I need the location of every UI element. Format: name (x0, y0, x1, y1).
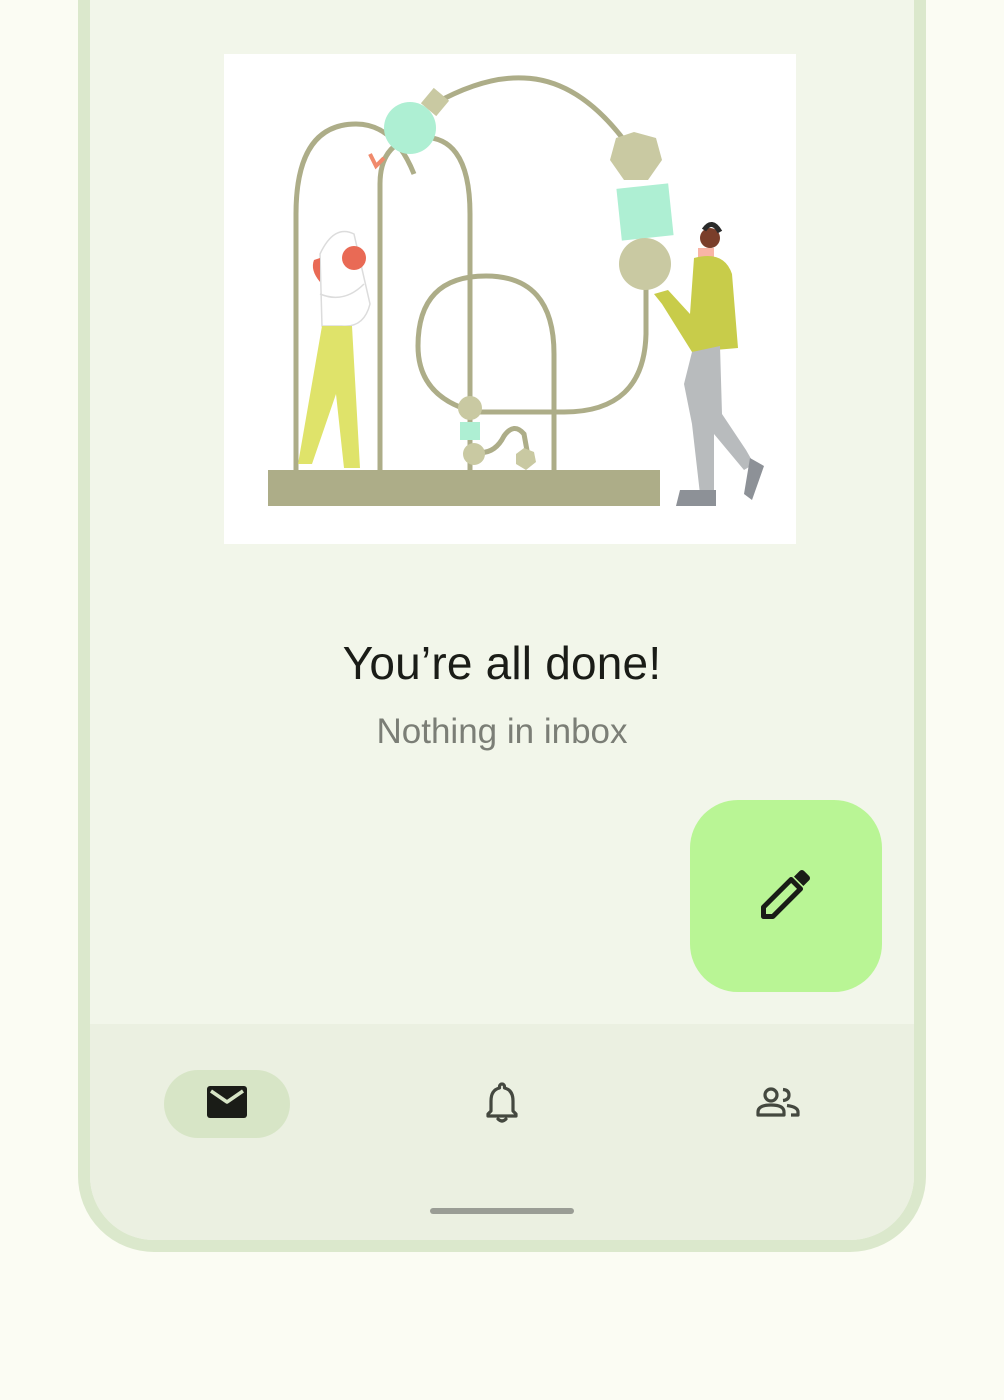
empty-state-title: You’re all done! (342, 637, 662, 689)
edit-pencil-icon (756, 864, 816, 929)
mail-icon (207, 1085, 247, 1123)
bell-icon (486, 1081, 518, 1128)
home-gesture-indicator[interactable] (430, 1208, 574, 1214)
empty-inbox-illustration (224, 54, 796, 544)
empty-state-subtitle: Nothing in inbox (376, 712, 628, 751)
nav-item-contacts[interactable] (715, 1070, 841, 1138)
phone-frame: You’re all done! Nothing in inbox (78, 0, 926, 1252)
nav-item-notifications[interactable] (439, 1070, 565, 1138)
people-icon (756, 1086, 800, 1123)
bottom-navigation-bar (90, 1024, 914, 1240)
nav-item-inbox[interactable] (164, 1070, 290, 1138)
compose-fab-button[interactable] (690, 800, 882, 992)
